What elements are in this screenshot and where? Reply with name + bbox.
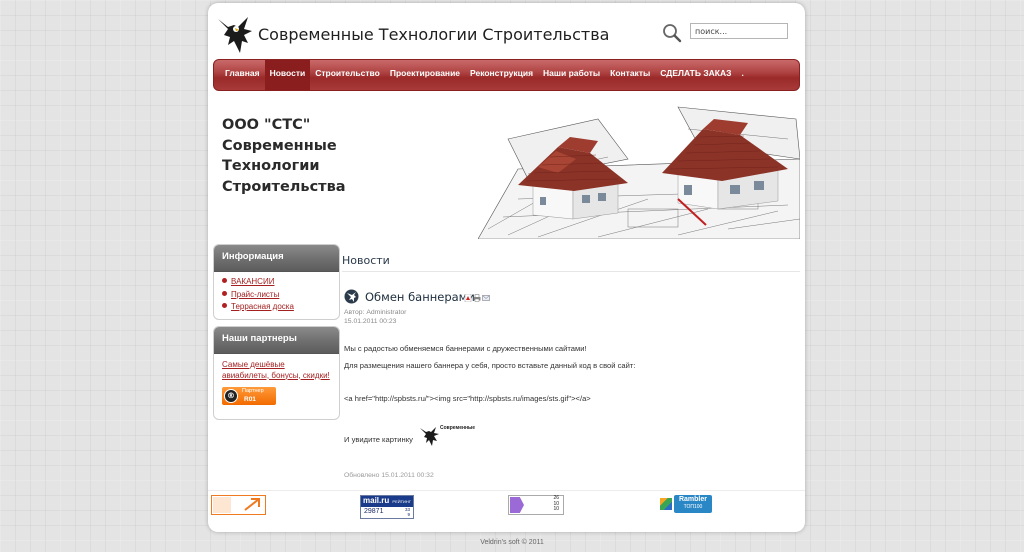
houses-blueprint-image — [478, 99, 800, 239]
mailru-header: mail.ru РЕЙТИНГ — [361, 496, 413, 507]
eagle-logo[interactable] — [214, 13, 254, 57]
liveinternet-counter[interactable]: 26 10 10 — [508, 495, 564, 515]
info-box-title: Информация — [214, 245, 339, 272]
partner-link-flights[interactable]: Самые дешёвые авиабилеты, бонусы, скидки… — [222, 360, 331, 381]
rambler-sub: ТОП100 — [683, 504, 703, 510]
email-icon[interactable] — [482, 294, 490, 302]
section-divider — [342, 271, 800, 272]
rambler-badge: Rambler ТОП100 — [674, 495, 712, 513]
rambler-counter[interactable]: Rambler ТОП100 — [660, 495, 712, 513]
partners-box: Наши партнеры Самые дешёвые авиабилеты, … — [213, 326, 340, 420]
info-link-vacancies[interactable]: ВАКАНСИИ — [222, 276, 339, 289]
eagle-article-icon — [344, 289, 359, 304]
banner-line: Современные — [222, 137, 337, 154]
counter-values: 26 10 10 — [543, 495, 559, 513]
mailru-counter[interactable]: mail.ru РЕЙТИНГ 29871 33 9 — [360, 495, 414, 519]
bullet-icon — [222, 290, 227, 296]
partner-badge-code: R01 — [244, 396, 256, 403]
banner-line: Технологии — [222, 158, 320, 174]
info-link-deck[interactable]: Террасная доска — [222, 301, 339, 314]
section-title: Новости — [342, 254, 390, 267]
mailru-count: 29871 — [364, 508, 384, 515]
bullet-icon — [222, 278, 227, 283]
article-paragraph: Мы с радостью обменяемся баннерами с дру… — [344, 344, 587, 353]
banner-line: ООО "СТС" — [222, 117, 311, 133]
nav-item-contacts[interactable]: Контакты — [605, 60, 655, 91]
nav-item-our-works[interactable]: Наши работы — [538, 60, 605, 91]
article-date: 15.01.2011 00:23 — [344, 318, 397, 325]
copyright: Veldrin's soft © 2011 — [480, 539, 544, 546]
rambler-name: Rambler — [678, 496, 707, 503]
article-author: Автор: Administrator — [344, 309, 407, 316]
eagle-mini-logo — [420, 427, 439, 446]
search-icon[interactable] — [662, 23, 682, 43]
article-paragraph: И увидите картинку — [344, 435, 413, 444]
mailru-logo: mail.ru — [363, 496, 390, 505]
counter-arrow-badge[interactable] — [211, 495, 266, 515]
banner-line: Строительства — [222, 178, 346, 195]
nav-item-construction[interactable]: Строительство — [310, 60, 385, 91]
article-title[interactable]: Обмен баннерами — [365, 290, 475, 304]
nav-item-reconstruction[interactable]: Реконструкция — [465, 60, 538, 91]
article-code: <a href="http://spbsts.ru/"><img src="ht… — [344, 394, 591, 403]
counter-purple-icon — [510, 497, 524, 513]
registered-icon: ® — [224, 389, 238, 403]
search-input[interactable] — [690, 23, 788, 39]
mailru-rating: РЕЙТИНГ — [392, 499, 411, 504]
bullet-icon — [222, 303, 227, 308]
partner-badge[interactable]: ® Партнер R01 — [222, 387, 276, 405]
main-nav: Главная Новости Строительство Проектиров… — [213, 59, 800, 91]
link-label: Террасная доска — [231, 302, 294, 311]
counter-value: 10 — [553, 506, 559, 513]
partner-badge-label: Партнер — [242, 388, 264, 394]
article-paragraph: Для размещения нашего баннера у себя, пр… — [344, 361, 636, 370]
print-icon[interactable] — [473, 294, 481, 302]
footer-divider — [208, 490, 805, 491]
nav-item-design[interactable]: Проектирование — [385, 60, 465, 91]
link-label: ВАКАНСИИ — [231, 277, 275, 286]
nav-item-order[interactable]: СДЕЛАТЬ ЗАКАЗ — [655, 60, 736, 91]
mailru-small-bottom: 9 — [407, 512, 410, 517]
nav-item-dot[interactable]: . — [736, 60, 748, 91]
banner-heading: ООО "СТС" Современные Технологии Строите… — [222, 115, 346, 197]
mini-logo-text: Современные — [440, 425, 476, 431]
nav-item-home[interactable]: Главная — [220, 60, 265, 91]
article-updated: Обновлено 15.01.2011 00:32 — [344, 472, 434, 479]
partners-box-title: Наши партнеры — [214, 327, 339, 354]
rambler-logo-icon — [660, 498, 672, 510]
link-label: Прайс-листы — [231, 289, 280, 299]
pdf-icon[interactable] — [464, 294, 472, 302]
info-box: Информация ВАКАНСИИ Прайс-листы Террасна… — [213, 244, 340, 320]
info-link-prices[interactable]: Прайс-листы — [222, 289, 339, 302]
info-links: ВАКАНСИИ Прайс-листы Террасная доска — [214, 272, 339, 314]
nav-item-news[interactable]: Новости — [264, 59, 311, 91]
site-title: Современные Технологии Строительства — [258, 25, 610, 44]
page-container: Современные Технологии Строительства Гла… — [208, 3, 805, 532]
article-tools — [464, 294, 490, 302]
